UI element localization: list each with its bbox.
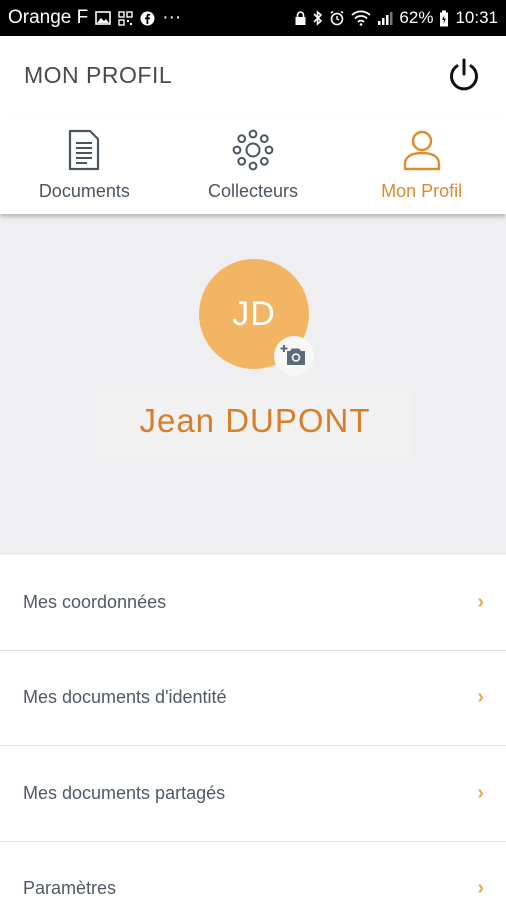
collectors-icon bbox=[232, 128, 274, 172]
document-icon bbox=[67, 128, 101, 172]
menu-item-label: Mes documents partagés bbox=[23, 782, 226, 803]
user-icon bbox=[402, 128, 442, 172]
wifi-icon bbox=[351, 10, 372, 26]
tab-documents[interactable]: Documents bbox=[0, 114, 169, 214]
app-header: MON PROFIL bbox=[0, 36, 506, 114]
clock: 10:31 bbox=[455, 8, 498, 27]
image-icon bbox=[95, 11, 112, 25]
tab-collecteurs-label: Collecteurs bbox=[207, 181, 299, 201]
profile-name: Jean DUPONT bbox=[139, 402, 371, 439]
change-photo-button[interactable] bbox=[274, 336, 314, 376]
menu-item-documents-identite[interactable]: Mes documents d'identité › bbox=[0, 650, 506, 746]
status-bar: Orange F ··· 62% 10:31 bbox=[0, 0, 506, 36]
menu-item-label: Mes coordonnées bbox=[23, 591, 167, 612]
tab-bar: Documents Collecteurs Mon Profil bbox=[0, 114, 506, 214]
menu-item-coordonnees[interactable]: Mes coordonnées › bbox=[0, 555, 506, 651]
battery-icon bbox=[439, 10, 449, 27]
menu-item-label: Mes documents d'identité bbox=[23, 687, 227, 708]
add-photo-icon bbox=[280, 345, 305, 365]
alarm-icon bbox=[329, 10, 345, 26]
bluetooth-icon bbox=[313, 10, 323, 26]
tab-collecteurs[interactable]: Collecteurs bbox=[169, 114, 338, 214]
facebook-icon bbox=[140, 11, 155, 26]
avatar-initials: JD bbox=[232, 294, 276, 333]
tab-mon-profil-label: Mon Profil bbox=[381, 181, 463, 201]
chevron-right-icon: › bbox=[477, 590, 484, 613]
page-title: MON PROFIL bbox=[24, 61, 173, 88]
signal-icon bbox=[377, 10, 393, 26]
menu-item-parametres[interactable]: Paramètres › bbox=[0, 841, 506, 900]
more-icon: ··· bbox=[162, 7, 182, 28]
chevron-right-icon: › bbox=[477, 686, 484, 709]
lock-icon bbox=[294, 10, 307, 26]
profile-menu: Mes coordonnées › Mes documents d'identi… bbox=[0, 555, 506, 900]
battery-percent: 62% bbox=[399, 8, 434, 27]
profile-name-box: Jean DUPONT bbox=[96, 386, 414, 456]
menu-item-documents-partages[interactable]: Mes documents partagés › bbox=[0, 746, 506, 842]
chevron-right-icon: › bbox=[477, 781, 484, 804]
carrier-label: Orange F bbox=[8, 7, 89, 28]
tab-mon-profil[interactable]: Mon Profil bbox=[337, 114, 506, 214]
profile-header: JD Jean DUPONT bbox=[0, 214, 506, 555]
qr-code-icon bbox=[118, 10, 133, 26]
power-icon bbox=[450, 58, 478, 91]
menu-item-label: Paramètres bbox=[23, 878, 117, 899]
tab-documents-label: Documents bbox=[38, 181, 130, 201]
chevron-right-icon: › bbox=[477, 877, 484, 900]
power-button[interactable] bbox=[444, 55, 484, 95]
